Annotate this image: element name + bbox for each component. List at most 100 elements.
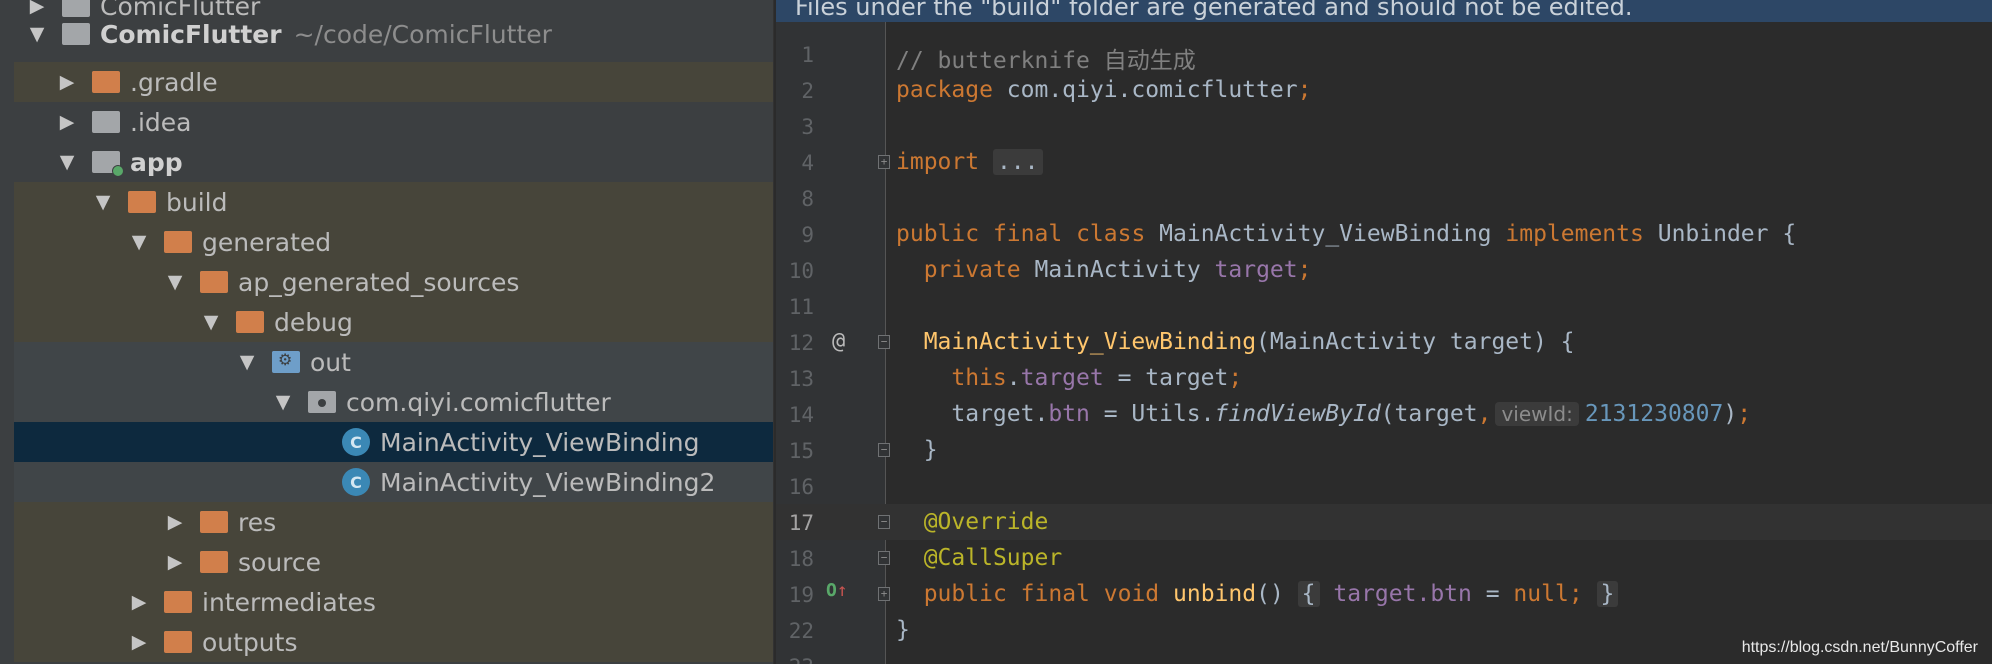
expand-arrow-icon[interactable]: ▶ (164, 511, 186, 533)
code-line[interactable]: 9 public final class MainActivity_ViewBi… (776, 216, 1992, 252)
tree-row-gradle[interactable]: ▶ .gradle (14, 62, 773, 102)
tree-row-label: .idea (130, 107, 192, 137)
package-name: com.qiyi.comicflutter (992, 77, 1298, 103)
line-number: 2 (801, 79, 814, 103)
collapse-arrow-icon[interactable]: ▼ (164, 271, 186, 293)
keyword: final (992, 221, 1063, 247)
code-line[interactable]: 8 (776, 180, 1992, 216)
folded-brace-close[interactable]: } (1596, 581, 1619, 607)
tree-row-label: .gradle (130, 67, 218, 97)
semicolon: ; (1228, 365, 1243, 391)
brace: { (1782, 221, 1797, 247)
expand-arrow-icon[interactable]: ▶ (56, 71, 78, 93)
code-line[interactable]: 16 (776, 468, 1992, 504)
tree-row-outputs[interactable]: ▶ outputs (14, 622, 773, 662)
excluded-folder-icon (128, 191, 156, 213)
code-line[interactable]: 2 package com.qiyi.comicflutter; (776, 72, 1992, 108)
excluded-folder-icon (164, 631, 192, 653)
code-line-current[interactable]: 17 − @Override (776, 504, 1992, 540)
excluded-folder-icon (200, 271, 228, 293)
line-number: 9 (801, 223, 814, 247)
tree-row-ap-generated-sources[interactable]: ▼ ap_generated_sources (14, 262, 773, 302)
fold-expand-icon[interactable]: + (878, 587, 890, 601)
line-number: 14 (788, 403, 814, 427)
tree-row-mainactivity-viewbinding[interactable]: C MainActivity_ViewBinding (14, 422, 773, 462)
expand-arrow-icon[interactable]: ▶ (56, 111, 78, 133)
fold-expand-icon[interactable]: + (878, 155, 890, 169)
tree-row-label: out (310, 347, 351, 377)
tree-row-idea[interactable]: ▶ .idea (14, 102, 773, 142)
keyword: public (923, 581, 1007, 607)
tree-row-project-root[interactable]: ▼ ComicFlutter ~/code/ComicFlutter (14, 14, 773, 54)
tree-row-res[interactable]: ▶ res (14, 502, 773, 542)
watermark: https://blog.csdn.net/BunnyCoffer (1741, 639, 1978, 656)
code-line[interactable]: 12 @ − MainActivity_ViewBinding(MainActi… (776, 324, 1992, 360)
annotation-gutter-icon[interactable]: @ (832, 329, 845, 354)
field-name: btn (1048, 401, 1090, 427)
code-editor[interactable]: Files under the "build" folder are gener… (776, 0, 1992, 664)
keyword: class (1076, 221, 1146, 247)
code-line[interactable]: 18 − @CallSuper (776, 540, 1992, 576)
code-line[interactable]: 15 − } (776, 432, 1992, 468)
tree-row-source[interactable]: ▶ source (14, 542, 773, 582)
expand-arrow-icon[interactable]: ▶ (128, 591, 150, 613)
fold-collapse-icon[interactable]: − (878, 515, 890, 529)
excluded-folder-icon (200, 511, 228, 533)
method-name: findViewById (1214, 401, 1381, 427)
collapse-arrow-icon[interactable]: ▼ (200, 311, 222, 333)
keyword: import (896, 149, 980, 175)
field-name: target (1214, 257, 1298, 283)
code-line[interactable]: 11 (776, 288, 1992, 324)
line-number: 8 (801, 187, 814, 211)
tree-row-label: com.qiyi.comicflutter (346, 387, 611, 417)
parameter-hint: viewId: (1495, 402, 1579, 426)
expand-arrow-icon[interactable]: ▶ (128, 631, 150, 653)
tool-window-strip[interactable] (0, 0, 15, 664)
tree-row-build[interactable]: ▼ build (14, 182, 773, 222)
tree-row-intermediates[interactable]: ▶ intermediates (14, 582, 773, 622)
overrides-method-icon[interactable]: O↑ (826, 580, 848, 601)
line-number: 22 (788, 619, 814, 643)
fold-collapse-icon[interactable]: − (878, 335, 890, 349)
tree-row-out[interactable]: ▼ out (14, 342, 773, 382)
generated-files-banner: Files under the "build" folder are gener… (776, 0, 1992, 22)
tree-row-debug[interactable]: ▼ debug (14, 302, 773, 342)
collapse-arrow-icon[interactable]: ▼ (272, 391, 294, 413)
code-line[interactable]: 4 + import ... (776, 144, 1992, 180)
field-name: target (1020, 365, 1104, 391)
folded-brace-open[interactable]: { (1297, 581, 1320, 607)
keyword: private (923, 257, 1021, 283)
code-line[interactable]: 14 target.btn = Utils.findViewById(targe… (776, 396, 1992, 432)
line-number: 15 (788, 439, 814, 463)
class-icon: C (342, 468, 370, 496)
tree-row-generated[interactable]: ▼ generated (14, 222, 773, 262)
folded-imports[interactable]: ... (992, 149, 1043, 175)
collapse-arrow-icon[interactable]: ▼ (128, 231, 150, 253)
line-number: 16 (788, 475, 814, 499)
keyword: public (896, 221, 980, 247)
tree-row-package[interactable]: ▼ com.qiyi.comicflutter (14, 382, 773, 422)
line-number: 12 (788, 331, 814, 355)
collapse-arrow-icon[interactable]: ▼ (26, 23, 48, 45)
code-line[interactable]: 3 (776, 108, 1992, 144)
tree-row-app[interactable]: ▼ app (14, 142, 773, 182)
assignment: = (1471, 581, 1514, 607)
fold-end-icon[interactable]: − (878, 551, 890, 565)
expand-arrow-icon[interactable]: ▶ (164, 551, 186, 573)
call-args: (target (1380, 401, 1478, 427)
tree-row-label: ap_generated_sources (238, 267, 520, 297)
code-line[interactable]: 10 private MainActivity target; (776, 252, 1992, 288)
fold-end-icon[interactable]: − (878, 443, 890, 457)
code-line[interactable]: 19 O↑ + public final void unbind() { tar… (776, 576, 1992, 612)
tree-row-mainactivity-viewbinding2[interactable]: C MainActivity_ViewBinding2 (14, 462, 773, 502)
collapse-arrow-icon[interactable]: ▼ (56, 151, 78, 173)
tree-row-label: MainActivity_ViewBinding (380, 427, 700, 457)
collapse-arrow-icon[interactable]: ▼ (236, 351, 258, 373)
constructor-name: MainActivity_ViewBinding (923, 329, 1257, 355)
project-tree[interactable]: ▶ ComicFlutter ▼ ComicFlutter ~/code/Com… (14, 0, 773, 664)
keyword: final (1020, 581, 1090, 607)
code-line[interactable]: 13 this.target = target; (776, 360, 1992, 396)
collapse-arrow-icon[interactable]: ▼ (92, 191, 114, 213)
code-line[interactable]: 1 // butterknife 自动生成 (776, 36, 1992, 74)
project-name: ComicFlutter (100, 19, 282, 49)
